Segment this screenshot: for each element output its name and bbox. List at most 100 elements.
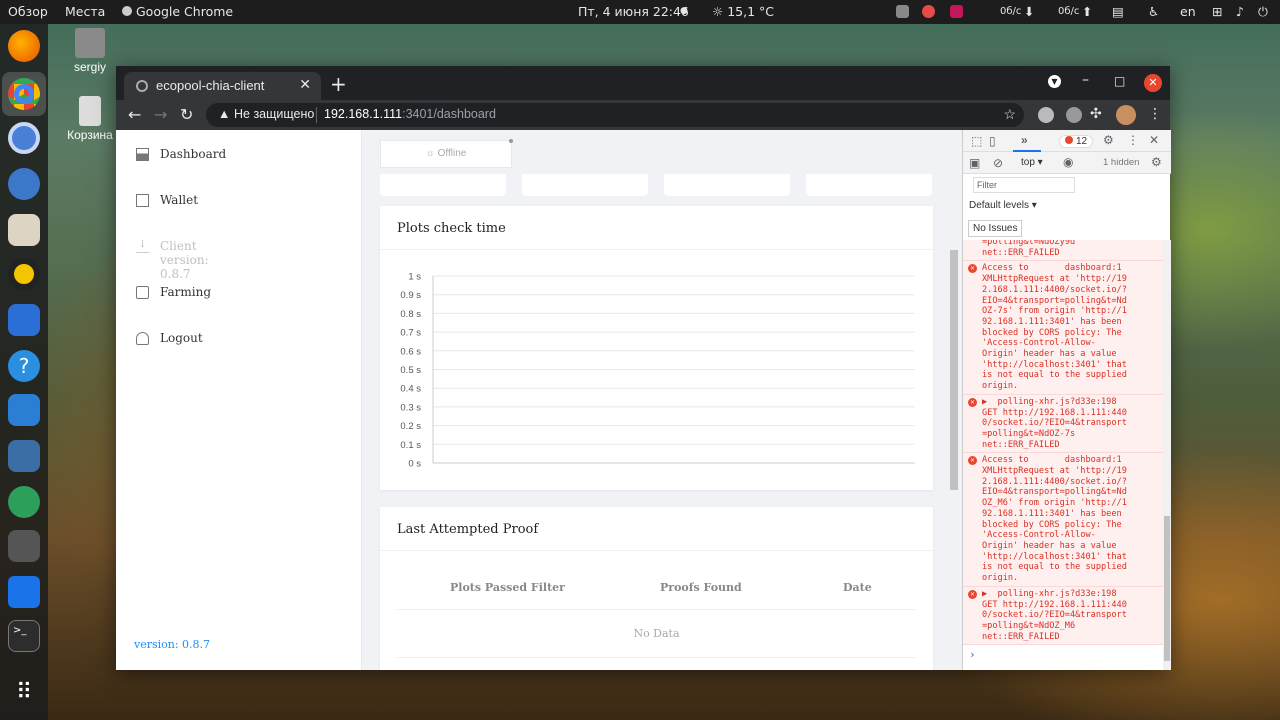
forward-button[interactable]: → <box>154 105 167 124</box>
tab-dashboard[interactable]: ecopool-chia-client ✕ <box>124 72 321 100</box>
plots-check-card: Plots check time 1 s 0.9 s 0.8 s 0.7 s 0.6 s… <box>380 206 933 490</box>
chromium-icon[interactable] <box>8 122 40 154</box>
power-icon[interactable]: ⏻ <box>1258 4 1268 20</box>
console-error[interactable]: ✕ ▶ polling-xhr.js?d33e:198 GET http://19… <box>963 586 1163 646</box>
stat-card <box>806 174 932 196</box>
error-count-badge[interactable]: 12 <box>1059 135 1094 148</box>
devtools-menu-icon[interactable]: ⋮ <box>1127 133 1139 147</box>
maximize-button[interactable]: □ <box>1114 74 1125 88</box>
net-down-speed: 0б/с <box>1000 6 1022 17</box>
back-button[interactable]: ← <box>128 105 141 124</box>
y-tick-label: 0.5 s <box>400 365 421 376</box>
console-settings-icon[interactable]: ⚙ <box>1151 155 1162 169</box>
device-toolbar-icon[interactable]: ▯ <box>989 134 996 148</box>
last-proof-card: Last Attempted Proof Plots Passed Filter… <box>380 507 933 670</box>
clear-console-icon[interactable]: ⊘ <box>993 156 1003 170</box>
error-icon: ✕ <box>968 264 977 274</box>
teamviewer-icon[interactable] <box>8 576 40 608</box>
devtools-panel: ⬚ ▯ » 12 ⚙ ⋮ ✕ ▣ ⊘ top ▾ ◉ 1 hidden ⚙ Fi… <box>962 130 1171 670</box>
console-error[interactable]: ✕ Access to dashboard:1 XMLHttpRequest at… <box>963 453 1163 587</box>
sidebar-toggle-icon[interactable]: ▣ <box>969 156 980 170</box>
no-data: No Data <box>633 627 680 640</box>
clipboard-icon[interactable]: ▤ <box>1112 4 1124 19</box>
issues-button[interactable]: No Issues <box>968 220 1023 237</box>
eye-icon[interactable]: ◉ <box>1063 155 1073 169</box>
desktop-home-icon[interactable]: sergiy <box>60 28 120 74</box>
puzzle-icon[interactable]: ✣ <box>1090 106 1102 122</box>
extension-icon[interactable] <box>1038 107 1054 123</box>
virtualbox-icon[interactable] <box>8 440 40 472</box>
context-selector[interactable]: top ▾ <box>1021 157 1043 168</box>
console-prompt-icon[interactable]: › <box>969 649 976 661</box>
y-tick-label: 0.6 s <box>400 346 421 357</box>
accessibility-icon[interactable]: ♿ <box>1148 4 1159 19</box>
download-icon: ↓ <box>136 240 149 253</box>
keyboard-layout[interactable]: en <box>1180 4 1196 19</box>
inspect-icon[interactable]: ⬚ <box>971 134 982 148</box>
farming-icon <box>136 286 149 299</box>
desktop-trash-icon[interactable]: Корзина <box>60 96 120 142</box>
page-scrollbar[interactable] <box>950 250 958 490</box>
files-icon[interactable] <box>8 214 40 246</box>
col-proofs-found[interactable]: Proofs Found <box>660 581 742 594</box>
levels-dropdown[interactable]: Default levels ▾ <box>969 200 1037 211</box>
col-date[interactable]: Date <box>843 581 872 594</box>
rhythmbox-icon[interactable] <box>8 258 40 290</box>
close-tab-icon[interactable]: ✕ <box>299 77 311 93</box>
thunderbird-icon[interactable] <box>8 168 40 200</box>
col-plots-passed[interactable]: Plots Passed Filter <box>450 581 565 594</box>
close-window-button[interactable]: ✕ <box>1144 74 1162 92</box>
clock[interactable]: Пт, 4 июня 22:46 <box>578 4 689 19</box>
settings-gear-icon[interactable]: ⚙ <box>1103 133 1114 147</box>
new-tab-button[interactable]: + <box>330 72 347 96</box>
trash-icon <box>79 96 101 126</box>
stat-card <box>664 174 790 196</box>
reload-button[interactable]: ↻ <box>180 105 193 124</box>
tab-search-icon[interactable]: ▼ <box>1048 75 1061 88</box>
y-tick-label: 1 s <box>408 272 421 283</box>
firefox-icon[interactable] <box>8 30 40 62</box>
network-icon[interactable]: ⊞ <box>1212 4 1222 19</box>
tray-app-icon[interactable] <box>950 5 963 18</box>
console-filter-input[interactable]: Filter <box>973 177 1075 193</box>
show-apps-icon[interactable]: ⠿ <box>8 680 40 712</box>
sidebar: Dashboard Wallet ↓ Client version: 0.8.7… <box>116 130 362 670</box>
settings-extension-icon[interactable] <box>1066 107 1082 123</box>
y-tick-label: 0.2 s <box>400 421 421 432</box>
bookmark-star-icon[interactable]: ☆ <box>1003 106 1016 123</box>
activities-button[interactable]: Обзор <box>8 4 48 19</box>
console-error[interactable]: =polling&t=NdOZy9d net::ERR_FAILED <box>963 240 1163 262</box>
remote-icon[interactable] <box>8 486 40 518</box>
arrow-up-icon: ⬆ <box>1082 4 1093 19</box>
more-tabs-icon[interactable]: » <box>1021 133 1028 147</box>
help-icon[interactable]: ? <box>8 350 40 382</box>
tray-app-icon[interactable] <box>896 5 909 18</box>
dashboard-icon <box>136 148 149 161</box>
places-menu[interactable]: Места <box>65 4 105 19</box>
tray-app-icon[interactable] <box>922 5 935 18</box>
terminal-icon[interactable]: >_ <box>8 620 40 652</box>
console-scrollbar-thumb[interactable] <box>1164 516 1170 661</box>
status-dot <box>509 139 513 143</box>
app-menu[interactable]: Google Chrome <box>122 4 233 19</box>
vscode-icon[interactable] <box>8 394 40 426</box>
stat-card <box>380 174 506 196</box>
volume-icon[interactable]: ♪ <box>1236 4 1244 19</box>
chrome-icon[interactable] <box>8 78 40 110</box>
console-error[interactable]: ✕ ▶ polling-xhr.js?d33e:198 GET http://19… <box>963 394 1163 454</box>
close-devtools-icon[interactable]: ✕ <box>1149 133 1159 147</box>
address-bar[interactable]: ▲ Не защищено 192.168.1.111:3401/dashboa… <box>206 103 1024 127</box>
y-tick-label: 0.1 s <box>400 440 421 451</box>
minimize-button[interactable]: – <box>1082 72 1089 88</box>
weather[interactable]: ☼ 15,1 °C <box>712 4 774 19</box>
console-error[interactable]: ✕ Access to dashboard:1 XMLHttpRequest at… <box>963 261 1163 395</box>
gimp-icon[interactable] <box>8 530 40 562</box>
arrow-down-icon: ⬇ <box>1024 4 1035 19</box>
y-tick-label: 0.8 s <box>400 309 421 320</box>
error-icon: ✕ <box>968 397 977 407</box>
browser-toolbar: ← → ↻ ▲ Не защищено 192.168.1.111:3401/d… <box>116 100 1170 130</box>
writer-icon[interactable] <box>8 304 40 336</box>
kebab-menu-icon[interactable]: ⋮ <box>1148 106 1162 122</box>
console-scrollbar[interactable] <box>1163 240 1171 670</box>
avatar[interactable] <box>1116 105 1136 125</box>
